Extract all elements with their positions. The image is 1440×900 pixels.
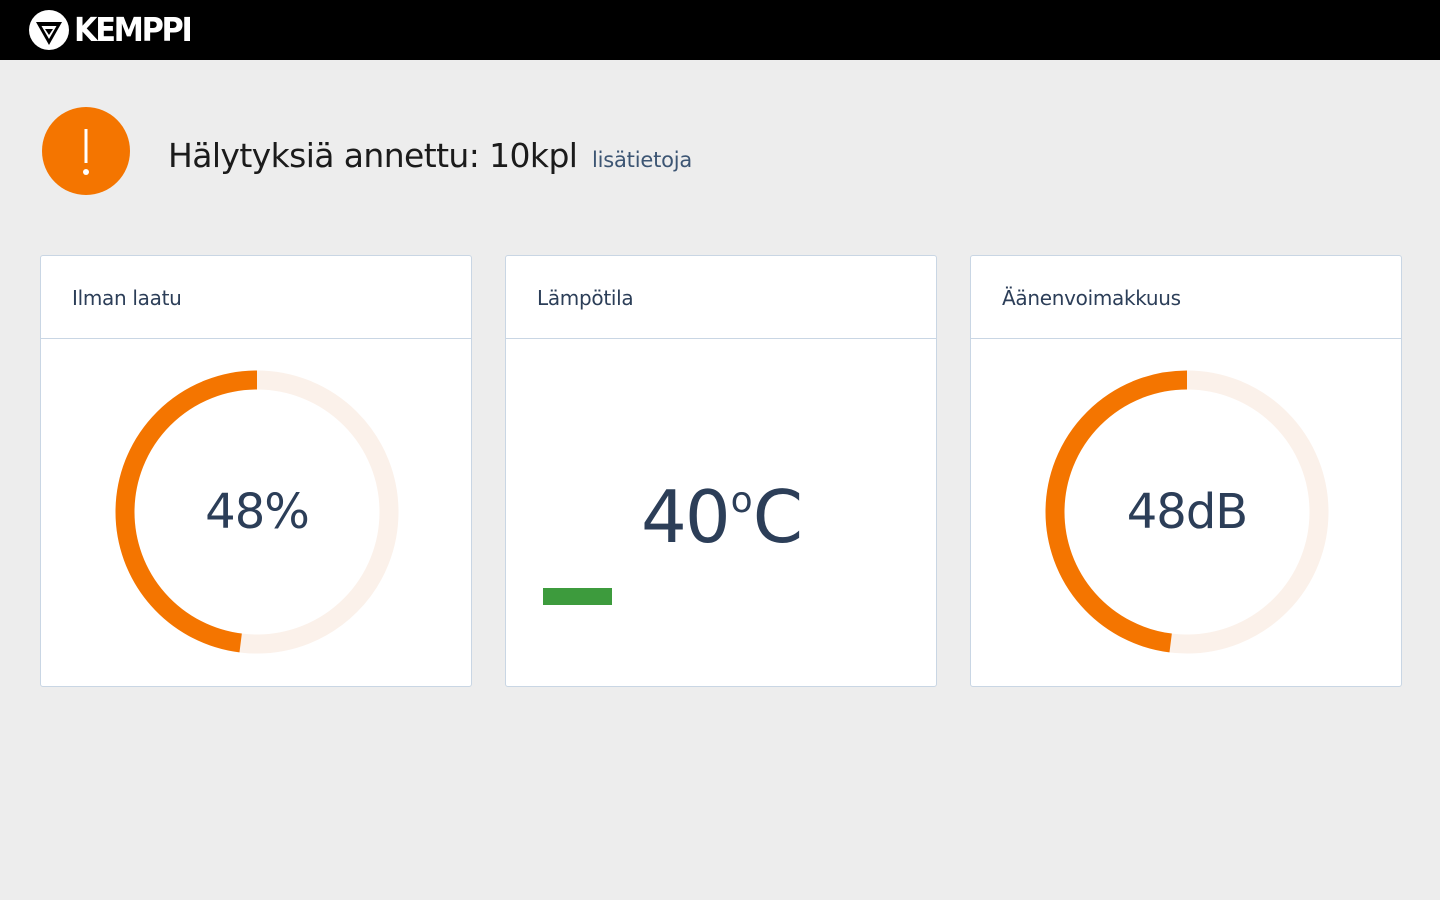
air-quality-card: Ilman laatu 48% xyxy=(40,255,472,687)
temperature-number: 40 xyxy=(641,475,731,559)
card-title: Ilman laatu xyxy=(72,286,182,310)
details-link[interactable]: lisätietoja xyxy=(592,146,692,174)
top-bar: KEMPPI xyxy=(0,0,1440,60)
alert-count-text: Hälytyksiä annettu: 10kpl xyxy=(168,136,578,175)
air-quality-gauge: 48% xyxy=(115,370,399,654)
temperature-card: Lämpötila 40oC xyxy=(505,255,937,687)
card-header: Äänenvoimakkuus xyxy=(971,256,1401,339)
temperature-status-bar xyxy=(543,588,612,605)
kemppi-shield-icon xyxy=(29,10,69,50)
alert-icon xyxy=(42,107,130,195)
card-title: Äänenvoimakkuus xyxy=(1002,286,1181,310)
exclamation-icon xyxy=(42,107,130,195)
kemppi-logo[interactable]: KEMPPI xyxy=(28,9,201,51)
logo-text: KEMPPI xyxy=(74,10,193,49)
temperature-unit: C xyxy=(752,475,803,559)
card-header: Lämpötila xyxy=(506,256,936,339)
degree-sign: o xyxy=(730,480,753,521)
noise-level-card: Äänenvoimakkuus 48dB xyxy=(970,255,1402,687)
noise-level-gauge: 48dB xyxy=(1045,370,1329,654)
noise-level-value: 48dB xyxy=(1126,484,1248,540)
card-title: Lämpötila xyxy=(537,286,634,310)
temperature-value: 40oC xyxy=(506,456,936,562)
card-header: Ilman laatu xyxy=(41,256,471,339)
air-quality-value: 48% xyxy=(205,484,310,540)
